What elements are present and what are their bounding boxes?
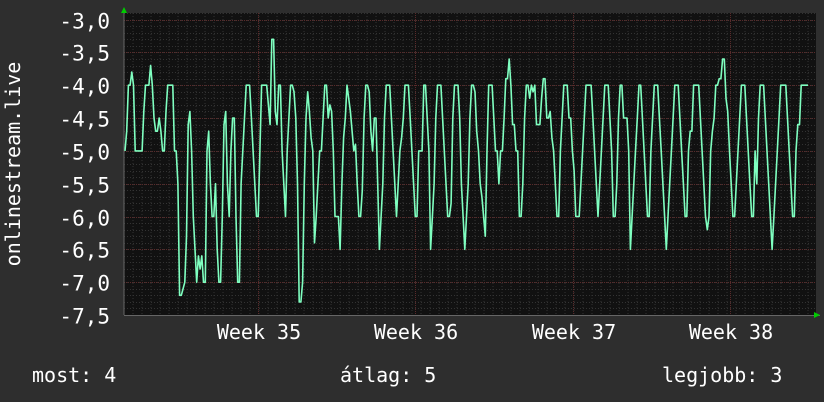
- x-tick-label: Week 36: [374, 320, 458, 344]
- x-tick-labels: Week 35 Week 36 Week 37 Week 38: [217, 320, 773, 344]
- y-tick-label: -7,5: [59, 305, 110, 329]
- y-axis-arrow: [121, 7, 127, 13]
- x-axis-arrow: [814, 312, 820, 318]
- stat-average: átlag: 5: [340, 363, 436, 387]
- y-axis-label: onlinestream.live: [1, 62, 25, 267]
- y-tick-label: -7,0: [59, 272, 110, 296]
- y-tick-label: -4,5: [59, 108, 110, 132]
- y-tick-label: -5,5: [59, 174, 110, 198]
- y-tick-label: -3,5: [59, 42, 110, 66]
- x-tick-label: Week 37: [532, 320, 616, 344]
- y-tick-label: -3,0: [59, 10, 110, 34]
- y-tick-label: -4,0: [59, 75, 110, 99]
- line-chart: -3,0 -3,5 -4,0 -4,5 -5,0 -5,5 -6,0 -6,5 -7,0 -7,5…: [1, 7, 820, 387]
- stat-current: most: 4: [32, 363, 116, 387]
- y-tick-label: -6,5: [59, 239, 110, 263]
- y-tick-label: -5,0: [59, 141, 110, 165]
- y-tick-label: -6,0: [59, 207, 110, 231]
- x-tick-label: Week 35: [217, 320, 301, 344]
- chart-container: -3,0 -3,5 -4,0 -4,5 -5,0 -5,5 -6,0 -6,5 -7,0 -7,5…: [0, 0, 824, 402]
- x-tick-label: Week 38: [689, 320, 773, 344]
- y-tick-labels: -3,0 -3,5 -4,0 -4,5 -5,0 -5,5 -6,0 -6,5 -7,0 -7,5: [59, 10, 110, 329]
- stat-best: legjobb: 3: [662, 363, 782, 387]
